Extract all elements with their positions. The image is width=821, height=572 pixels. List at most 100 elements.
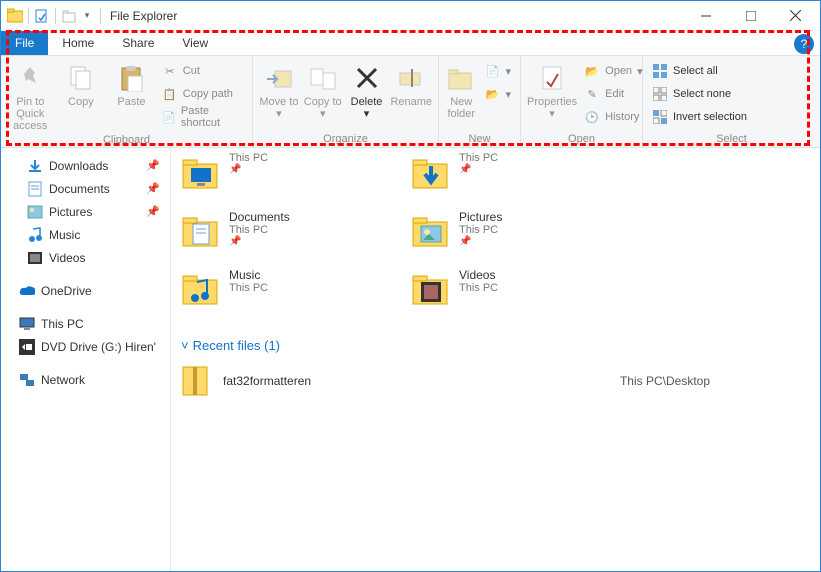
pin-button[interactable]: Pin to Quick access [7, 58, 54, 132]
folder-item[interactable]: PicturesThis PC📌 [411, 210, 641, 260]
invert-button[interactable]: Invert selection [649, 107, 750, 127]
nav-sidebar: Downloads📌 Documents📌 Pictures📌 Music Vi… [1, 148, 171, 571]
recent-location: This PC\Desktop [620, 374, 710, 388]
pin-icon: 📌 [459, 236, 502, 247]
folder-icon [181, 152, 221, 192]
folder-item[interactable]: DocumentsThis PC📌 [181, 210, 411, 260]
edit-icon: ✎ [584, 86, 600, 102]
qat-properties-icon[interactable] [34, 8, 50, 24]
newitem-button[interactable]: 📄▾ [481, 61, 514, 81]
newfolder-button[interactable]: New folder [445, 58, 477, 120]
folder-icon [181, 268, 221, 308]
newitem-icon: 📄 [484, 63, 500, 79]
edit-button[interactable]: ✎Edit [581, 84, 645, 104]
rename-button[interactable]: Rename [390, 58, 432, 108]
cut-icon: ✂ [162, 63, 178, 79]
pin-icon [14, 62, 46, 94]
thispc-icon [19, 316, 35, 332]
folder-icon [411, 152, 451, 192]
paste-shortcut-icon: 📄 [162, 109, 176, 125]
chevron-down-icon: ˅ [181, 338, 189, 353]
tab-share[interactable]: Share [108, 31, 168, 55]
delete-icon [351, 62, 383, 94]
pictures-icon [27, 204, 43, 220]
properties-icon [536, 62, 568, 94]
ribbon: Pin to Quick access Copy Paste ✂Cut 📋Cop… [1, 56, 820, 148]
tab-file[interactable]: File [1, 31, 48, 55]
copypath-button[interactable]: 📋Copy path [159, 84, 246, 104]
moveto-button[interactable]: Move to ▾ [259, 58, 299, 120]
group-clipboard: Clipboard [7, 132, 246, 148]
folder-item[interactable]: This PC📌 [411, 152, 641, 202]
open-button[interactable]: 📂Open ▾ [581, 61, 645, 81]
group-select: Select [649, 131, 814, 147]
paste-icon [115, 62, 147, 94]
pin-icon: 📌 [146, 182, 160, 195]
group-organize: Organize [259, 131, 432, 147]
cut-button[interactable]: ✂Cut [159, 61, 246, 81]
folder-item[interactable]: VideosThis PC [411, 268, 641, 318]
group-new: New [445, 131, 514, 147]
copypath-icon: 📋 [162, 86, 178, 102]
copyto-button[interactable]: Copy to ▾ [303, 58, 343, 120]
properties-button[interactable]: Properties▾ [527, 58, 577, 120]
qat-newfolder-icon[interactable] [61, 8, 77, 24]
sidebar-item-network[interactable]: Network [1, 368, 170, 391]
moveto-icon [263, 62, 295, 94]
group-open: Open [527, 131, 636, 147]
sidebar-item-documents[interactable]: Documents📌 [1, 177, 170, 200]
folder-sub: This PC [459, 152, 498, 164]
folder-icon [411, 210, 451, 250]
maximize-button[interactable] [728, 2, 773, 30]
ribbon-tabs: File Home Share View ˅ ? [1, 31, 820, 56]
documents-icon [27, 181, 43, 197]
history-button[interactable]: 🕑History [581, 107, 645, 127]
paste-shortcut-button[interactable]: 📄Paste shortcut [159, 107, 246, 127]
videos-icon [27, 250, 43, 266]
folder-name: Pictures [459, 210, 502, 224]
selectall-button[interactable]: Select all [649, 61, 750, 81]
sidebar-item-thispc[interactable]: This PC [1, 312, 170, 335]
paste-button[interactable]: Paste [108, 58, 155, 108]
close-button[interactable] [773, 2, 818, 30]
music-icon [27, 227, 43, 243]
help-icon[interactable]: ? [794, 34, 814, 54]
copy-icon [65, 62, 97, 94]
folder-item[interactable]: MusicThis PC [181, 268, 411, 318]
folder-name: Documents [229, 210, 290, 224]
rename-icon [395, 62, 427, 94]
recent-item[interactable]: fat32formatterenThis PC\Desktop [181, 359, 810, 403]
easyaccess-button[interactable]: 📂▾ [481, 84, 514, 104]
onedrive-icon [19, 283, 35, 299]
history-icon: 🕑 [584, 109, 600, 125]
delete-button[interactable]: Delete▾ [347, 58, 387, 120]
sidebar-item-music[interactable]: Music [1, 223, 170, 246]
sidebar-item-pictures[interactable]: Pictures📌 [1, 200, 170, 223]
downloads-icon [27, 158, 43, 174]
copyto-icon [307, 62, 339, 94]
folder-sub: This PC [229, 152, 268, 164]
selectall-icon [652, 63, 668, 79]
pin-icon: 📌 [146, 159, 160, 172]
pin-icon: 📌 [146, 205, 160, 218]
folder-item[interactable]: This PC📌 [181, 152, 411, 202]
network-icon [19, 372, 35, 388]
tab-home[interactable]: Home [48, 31, 108, 55]
sidebar-item-downloads[interactable]: Downloads📌 [1, 154, 170, 177]
sidebar-item-onedrive[interactable]: OneDrive [1, 279, 170, 302]
qat-down-icon[interactable]: ▾ [79, 8, 95, 24]
recent-section[interactable]: ˅Recent files (1) [181, 332, 810, 359]
sidebar-item-videos[interactable]: Videos [1, 246, 170, 269]
invert-icon [652, 109, 668, 125]
copy-button[interactable]: Copy [58, 58, 105, 108]
selectnone-icon [652, 86, 668, 102]
folder-sub: This PC [229, 224, 290, 236]
main-panel: This PC📌This PC📌DocumentsThis PC📌Picture… [171, 148, 820, 571]
sidebar-item-dvd[interactable]: DVD Drive (G:) Hiren' [1, 335, 170, 358]
tab-view[interactable]: View [168, 31, 222, 55]
minimize-button[interactable] [683, 2, 728, 30]
selectnone-button[interactable]: Select none [649, 84, 750, 104]
folder-icon [181, 210, 221, 250]
titlebar: ▾ File Explorer [1, 1, 820, 31]
pin-icon: 📌 [459, 164, 498, 175]
